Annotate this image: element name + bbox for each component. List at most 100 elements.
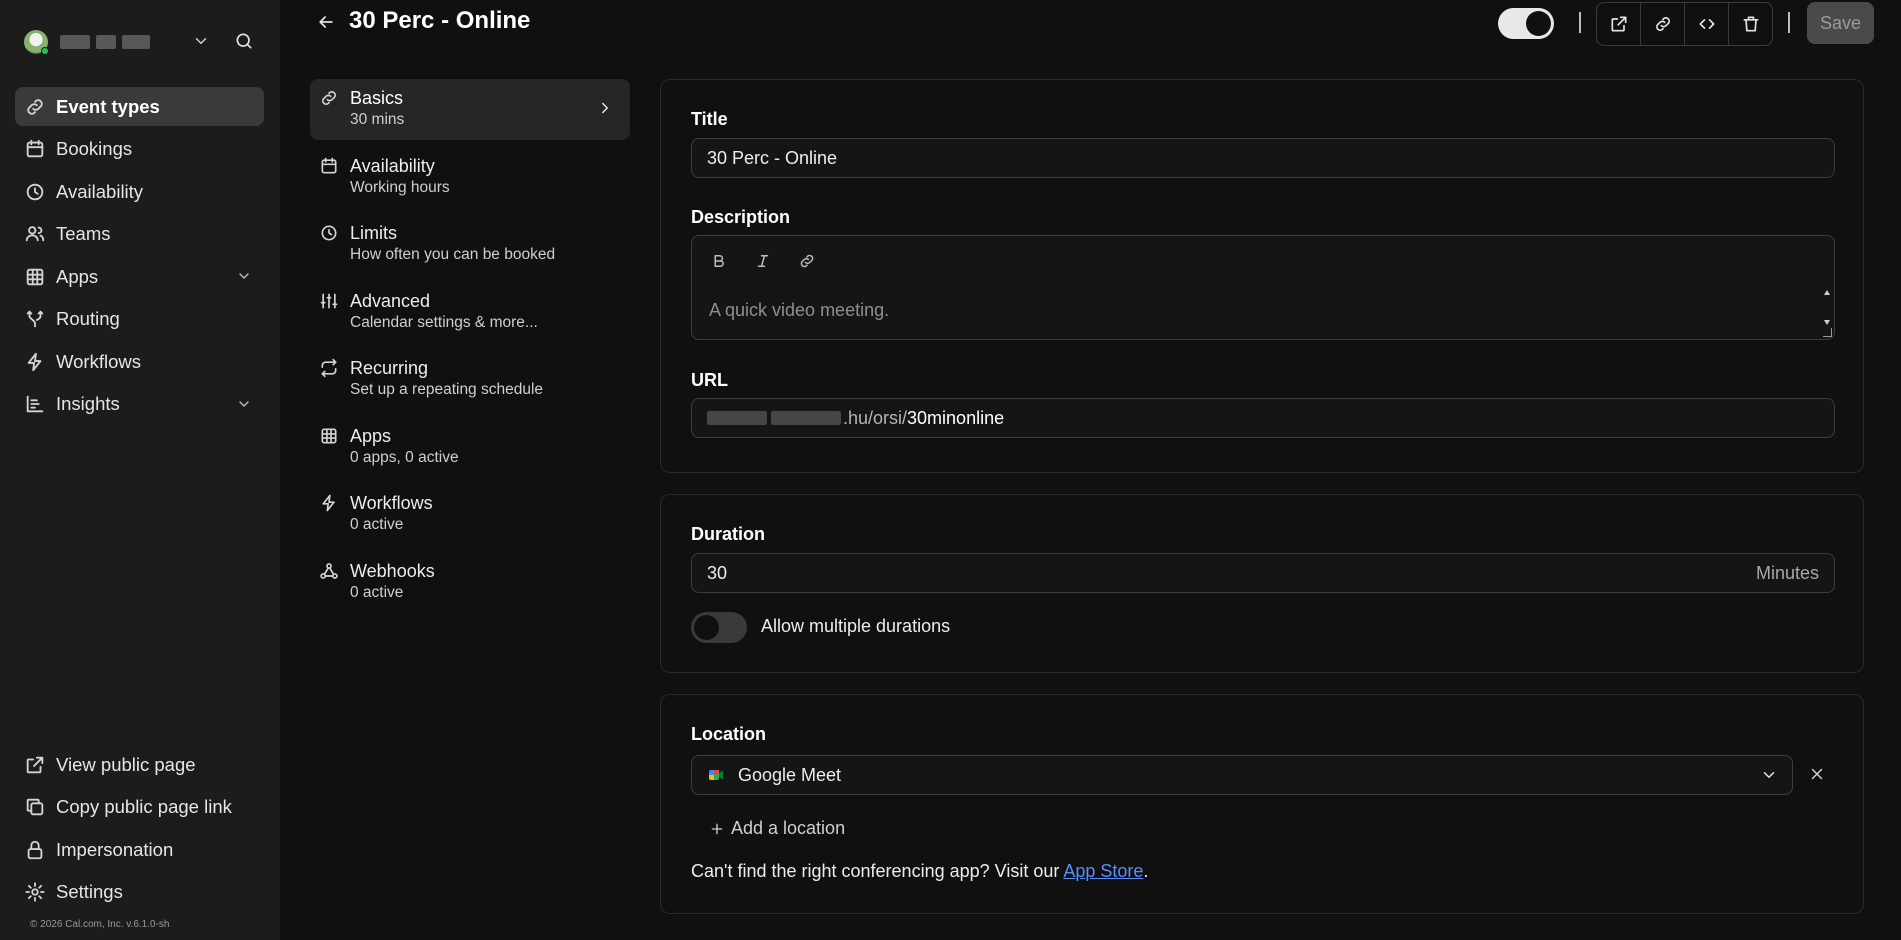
tab-title: Availability — [350, 155, 435, 176]
save-button[interactable]: Save — [1807, 2, 1874, 44]
tab-subtitle: Calendar settings & more... — [350, 313, 538, 331]
nav-item-label: Workflows — [56, 350, 141, 372]
users-icon — [25, 226, 45, 242]
nav-item-event-types[interactable]: Event types — [15, 87, 264, 126]
page-title: 30 Perc - Online — [349, 7, 531, 34]
nav-item-bookings[interactable]: Bookings — [15, 130, 264, 169]
basics-card: Title 30 Perc - Online Description A qui… — [660, 79, 1864, 473]
back-arrow-icon[interactable] — [316, 12, 336, 32]
action-toolbar — [1596, 2, 1773, 46]
tab-recurring[interactable]: Recurring Set up a repeating schedule — [310, 349, 630, 410]
helper-text: Can't find the right conferencing app? V… — [691, 861, 1148, 882]
hidden-toggle[interactable] — [1498, 8, 1554, 39]
remove-location-icon[interactable] — [1808, 765, 1826, 783]
bold-icon[interactable] — [710, 252, 728, 270]
copy-link-button[interactable] — [1641, 3, 1685, 45]
preview-button[interactable] — [1597, 3, 1641, 45]
calendar-icon — [321, 157, 337, 173]
tab-title: Apps — [350, 425, 392, 446]
nav-item-label: Availability — [56, 180, 144, 202]
event-settings-nav: Basics 30 mins Availability Working hour… — [310, 79, 630, 619]
link-icon — [1655, 17, 1670, 31]
grid-icon — [321, 428, 337, 443]
tab-title: Limits — [350, 223, 398, 243]
embed-button[interactable] — [1685, 3, 1729, 45]
nav-item-availability[interactable]: Availability — [15, 172, 264, 211]
nav-item-insights[interactable]: Insights — [15, 385, 264, 424]
app-store-link[interactable]: App Store — [1063, 861, 1143, 881]
tab-webhooks[interactable]: Webhooks 0 active — [310, 552, 630, 613]
add-location-label: Add a location — [731, 818, 846, 838]
tab-subtitle: 30 mins — [350, 111, 405, 128]
sidebar: Event types Bookings Availability Teams … — [0, 0, 280, 940]
tab-apps[interactable]: Apps 0 apps, 0 active — [310, 417, 630, 478]
helper-text-end: . — [1143, 861, 1149, 881]
impersonation-link[interactable]: Impersonation — [15, 830, 264, 869]
gear-icon — [25, 882, 45, 902]
nav-item-routing[interactable]: Routing — [15, 300, 264, 339]
clock-icon — [26, 183, 44, 200]
add-location-button[interactable]: Add a location — [709, 818, 845, 839]
description-editor[interactable]: A quick video meeting. — [691, 235, 1835, 340]
settings-link[interactable]: Settings — [15, 873, 264, 912]
lock-icon — [27, 840, 43, 859]
nav-item-label: Apps — [56, 265, 99, 287]
webhook-icon — [320, 562, 338, 579]
main-nav: Event types Bookings Availability Teams … — [15, 87, 264, 427]
tab-subtitle: 0 active — [350, 516, 404, 533]
copy-public-page-link[interactable]: Copy public page link — [15, 788, 264, 827]
nav-item-label: Impersonation — [56, 838, 174, 860]
tab-limits[interactable]: Limits How often you can be booked — [310, 214, 630, 275]
search-icon[interactable] — [234, 31, 254, 51]
chevron-down-icon[interactable] — [236, 396, 252, 412]
duration-value: 30 — [707, 562, 728, 583]
nav-item-workflows[interactable]: Workflows — [15, 342, 264, 381]
multiple-durations-toggle[interactable] — [691, 612, 747, 643]
url-domain-redacted — [707, 411, 841, 425]
delete-button[interactable] — [1729, 3, 1772, 45]
sliders-icon — [320, 293, 338, 308]
tab-subtitle: Working hours — [350, 178, 450, 196]
tab-title: Advanced — [350, 290, 431, 311]
chevron-down-icon[interactable] — [192, 32, 210, 50]
location-card: Location Google Meet Add a location Can'… — [660, 694, 1864, 914]
tab-workflows[interactable]: Workflows 0 active — [310, 484, 630, 545]
nav-item-apps[interactable]: Apps — [15, 257, 264, 296]
resize-handle[interactable] — [1823, 328, 1832, 337]
scroll-up-arrow[interactable] — [1824, 290, 1830, 295]
chevron-right-icon — [602, 102, 608, 114]
nav-item-label: Routing — [56, 308, 120, 329]
title-value: 30 Perc - Online — [707, 147, 838, 168]
toggle-knob — [1526, 11, 1551, 36]
bar-chart-icon — [26, 395, 44, 413]
location-select[interactable]: Google Meet — [691, 755, 1793, 795]
online-status-dot — [41, 47, 49, 55]
tab-subtitle: 0 active — [350, 583, 404, 601]
title-input[interactable]: 30 Perc - Online — [691, 138, 1835, 178]
duration-input[interactable]: 30 Minutes — [691, 553, 1835, 593]
url-prefix: .hu/orsi/ — [843, 407, 908, 428]
tab-advanced[interactable]: Advanced Calendar settings & more... — [310, 282, 630, 343]
tab-subtitle: How often you can be booked — [350, 246, 556, 263]
divider — [1579, 12, 1581, 33]
view-public-page-link[interactable]: View public page — [15, 745, 264, 784]
tab-subtitle: Set up a repeating schedule — [350, 381, 544, 398]
nav-item-teams[interactable]: Teams — [15, 215, 264, 254]
tab-title: Workflows — [350, 493, 433, 513]
scroll-down-arrow[interactable] — [1824, 320, 1830, 325]
helper-text-body: Can't find the right conferencing app? V… — [691, 861, 1064, 881]
external-link-icon — [1611, 16, 1626, 32]
tab-availability[interactable]: Availability Working hours — [310, 147, 630, 208]
tab-basics[interactable]: Basics 30 mins — [310, 79, 630, 140]
editor-toolbar — [710, 252, 816, 270]
nav-item-label: Settings — [56, 881, 123, 903]
nav-item-label: View public page — [56, 753, 196, 775]
avatar — [24, 30, 49, 55]
italic-icon[interactable] — [754, 252, 772, 270]
link-icon[interactable] — [798, 252, 816, 270]
user-menu[interactable] — [24, 28, 258, 56]
plus-icon — [711, 823, 723, 834]
url-input[interactable]: .hu/orsi/ 30minonline — [691, 398, 1835, 438]
link-icon — [322, 91, 336, 105]
chevron-down-icon[interactable] — [236, 268, 252, 284]
